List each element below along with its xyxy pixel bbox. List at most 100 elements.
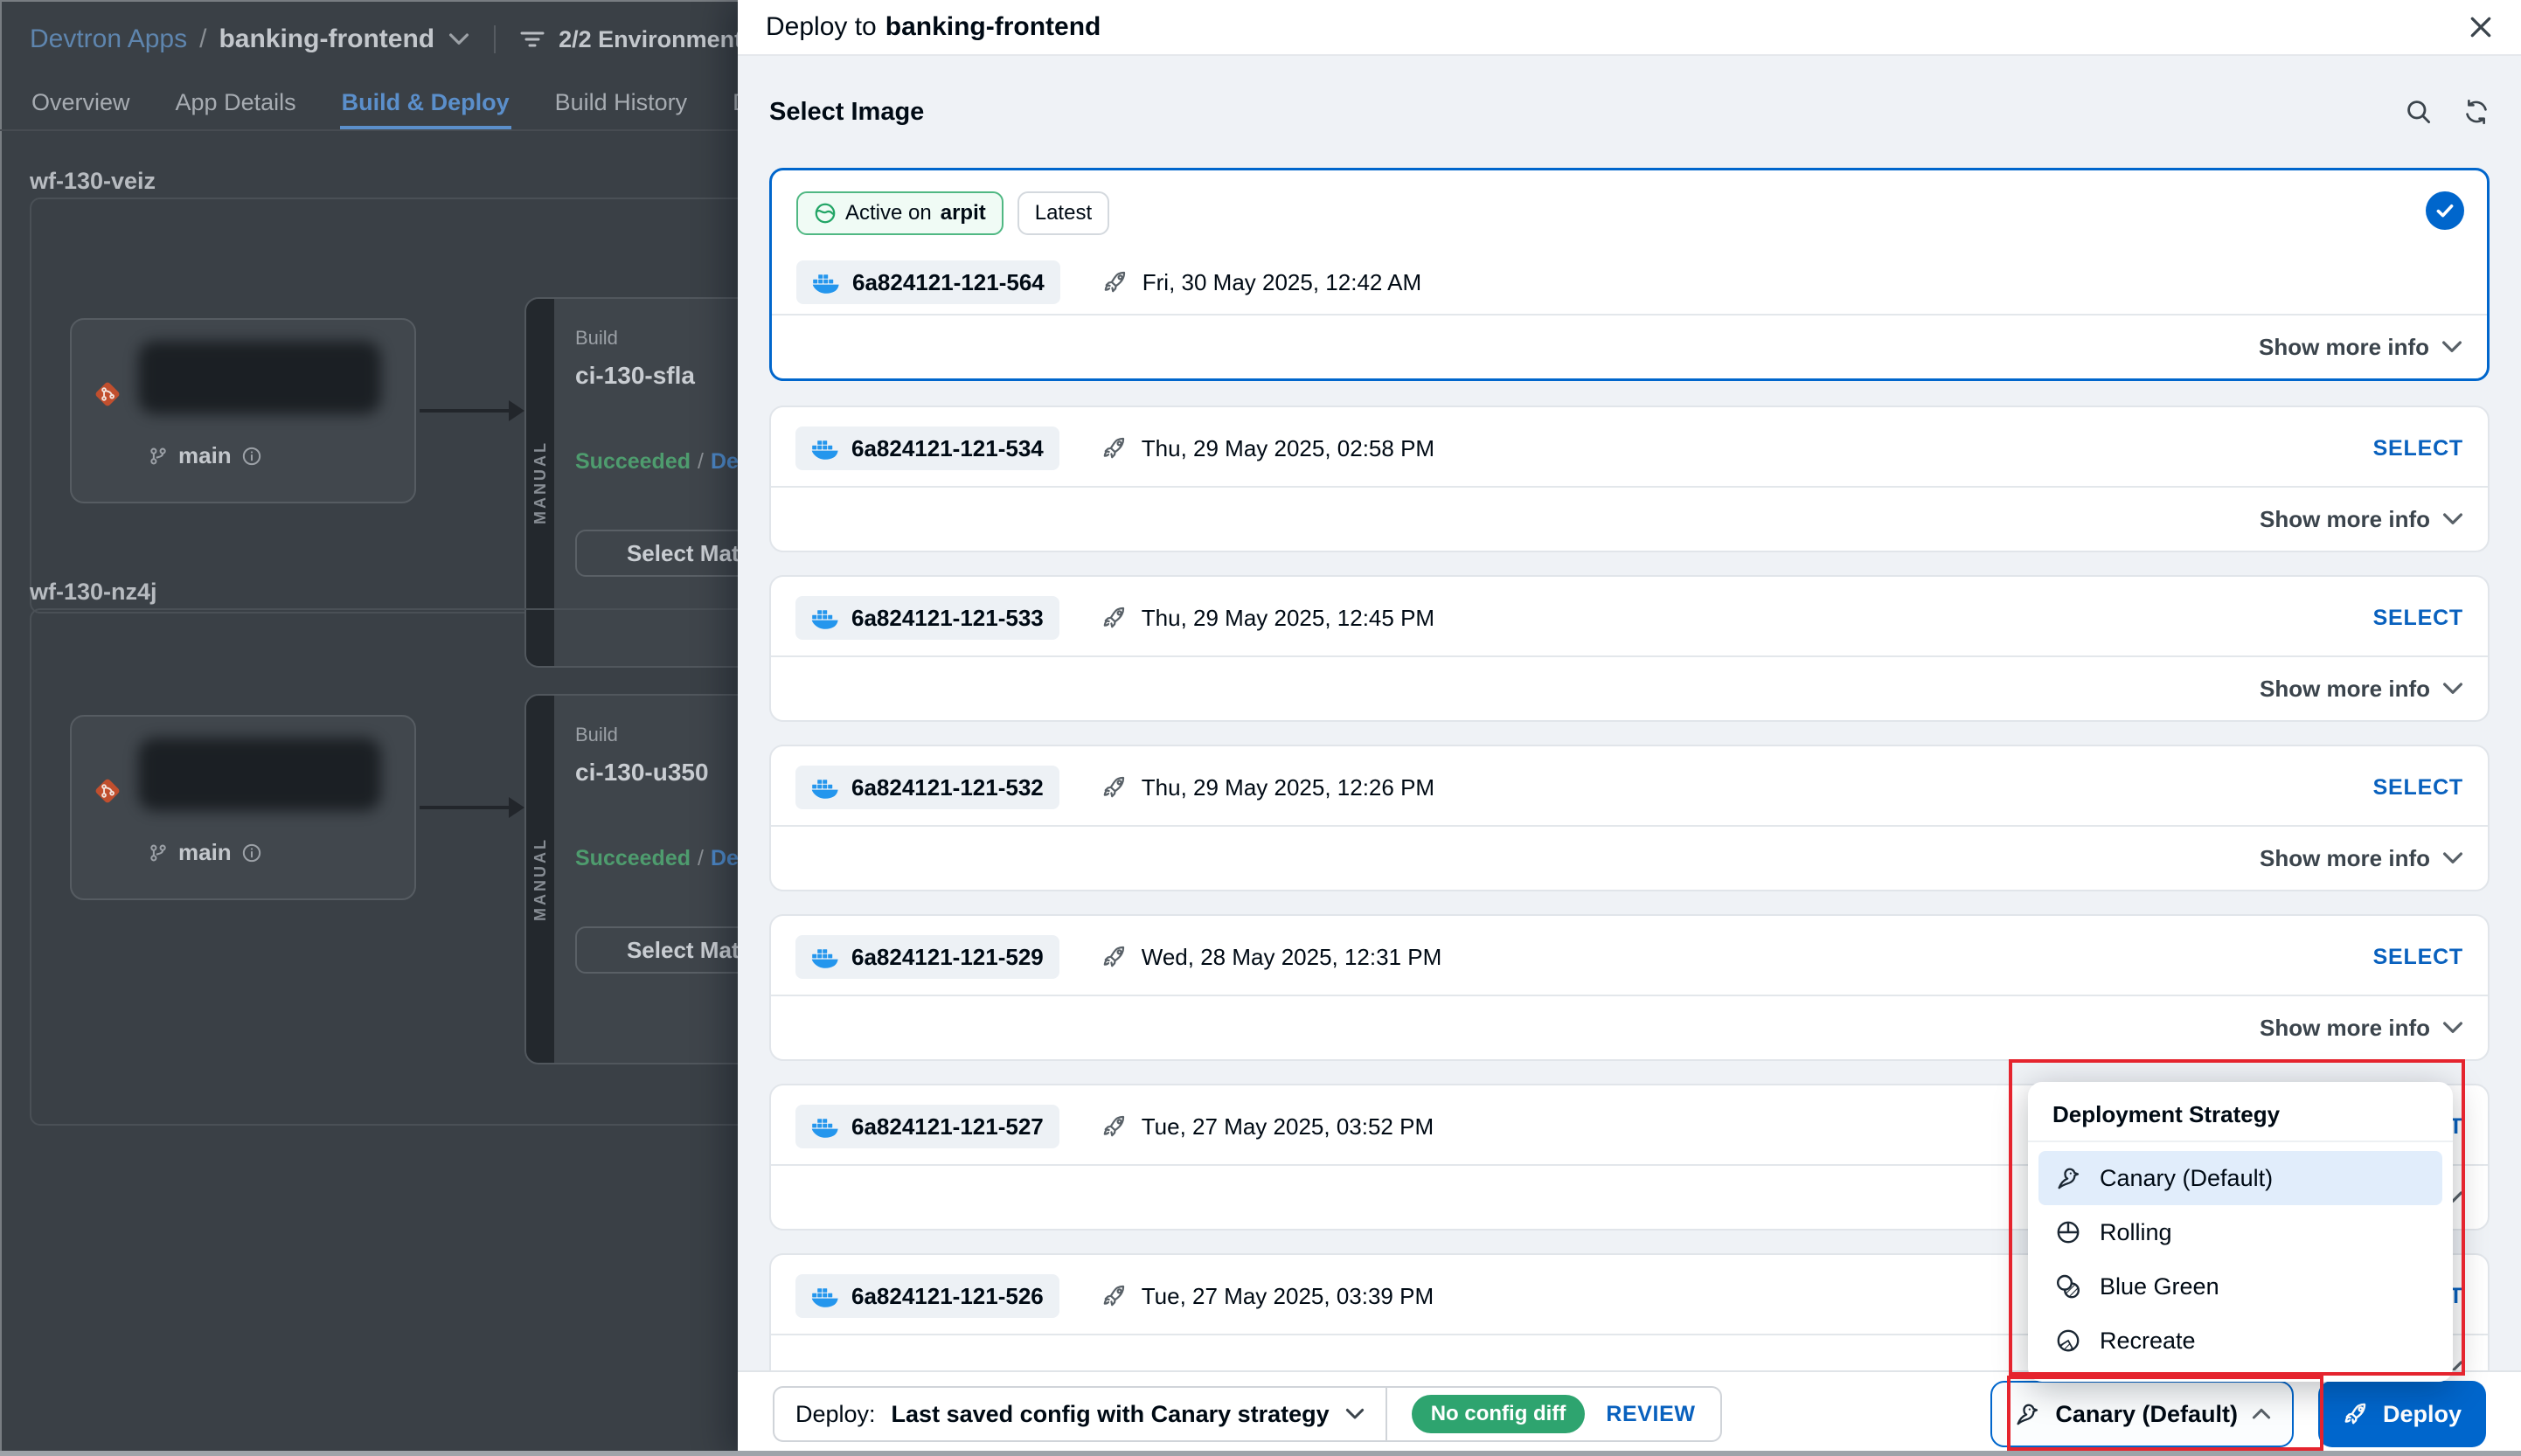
- deployment-strategy-menu: Deployment Strategy Canary (Default) Rol…: [2028, 1082, 2453, 1382]
- docker-icon: [811, 946, 839, 968]
- select-image-link[interactable]: SELECT: [2373, 606, 2463, 631]
- header-divider: [494, 25, 496, 53]
- image-card[interactable]: 6a824121-121-534 Thu, 29 May 2025, 02:58…: [769, 406, 2490, 552]
- redacted-repo-name: [138, 738, 381, 811]
- window-bottom-edge: [0, 1451, 2521, 1456]
- image-row: 6a824121-121-534 Thu, 29 May 2025, 02:58…: [771, 407, 2488, 489]
- selected-check-icon[interactable]: [2426, 191, 2464, 230]
- info-icon: [242, 843, 261, 863]
- tab-build-history[interactable]: Build History: [553, 79, 690, 129]
- pipeline-name: ci-130-sfla: [575, 362, 695, 390]
- section-title: Select Image: [769, 98, 924, 127]
- deploy-date: Fri, 30 May 2025, 12:42 AM: [1102, 269, 1421, 296]
- deploy-date: Tue, 27 May 2025, 03:52 PM: [1101, 1113, 1434, 1141]
- strategy-selector-button[interactable]: Canary (Default): [1990, 1381, 2294, 1447]
- image-card[interactable]: 6a824121-121-533 Thu, 29 May 2025, 12:45…: [769, 575, 2490, 722]
- breadcrumb-app-name: banking-frontend: [219, 24, 434, 54]
- canary-icon: [2013, 1400, 2041, 1428]
- branch-row: main: [149, 442, 261, 469]
- menu-title: Deployment Strategy: [2028, 1092, 2453, 1142]
- docker-icon: [811, 776, 839, 799]
- trigger-mode-strip: MANUAL: [526, 696, 554, 1063]
- docker-icon: [812, 271, 840, 294]
- branch-row: main: [149, 839, 261, 866]
- image-tag-chip: 6a824121-121-527: [795, 1105, 1059, 1148]
- breadcrumb-root-link[interactable]: Devtron Apps: [30, 24, 187, 54]
- close-icon[interactable]: [2469, 15, 2493, 39]
- node-type-label: Build: [575, 724, 618, 746]
- select-image-link[interactable]: SELECT: [2373, 436, 2463, 461]
- show-more-info-toggle[interactable]: Show more info: [771, 995, 2488, 1059]
- menu-item-recreate[interactable]: Recreate: [2038, 1314, 2442, 1368]
- branch-icon: [149, 842, 168, 863]
- tab-build-deploy[interactable]: Build & Deploy: [340, 79, 511, 129]
- rocket-icon: [1102, 269, 1129, 295]
- config-diff-badge: No config diff: [1412, 1395, 1586, 1433]
- chevron-up-icon: [2252, 1408, 2271, 1420]
- branch-icon: [149, 446, 168, 467]
- show-more-info-toggle[interactable]: Show more info: [772, 314, 2487, 378]
- git-icon: [93, 379, 122, 416]
- pipeline-name: ci-130-u350: [575, 759, 709, 787]
- menu-item-canary[interactable]: Canary (Default): [2038, 1151, 2442, 1205]
- rolling-icon: [2054, 1218, 2082, 1246]
- recreate-icon: [2054, 1327, 2082, 1355]
- deploy-date: Thu, 29 May 2025, 12:45 PM: [1101, 605, 1434, 632]
- app-switch-chevron-down-icon[interactable]: [448, 32, 469, 46]
- deploy-button[interactable]: Deploy: [2318, 1381, 2486, 1447]
- image-badges: Active onarpit Latest: [772, 170, 2487, 235]
- chevron-down-icon: [2442, 851, 2463, 865]
- filter-icon: [520, 29, 545, 50]
- image-row: 6a824121-121-564 Fri, 30 May 2025, 12:42…: [772, 260, 2487, 305]
- info-icon: [242, 447, 261, 466]
- git-source-node[interactable]: main: [70, 318, 416, 503]
- select-image-row: Select Image: [769, 56, 2490, 168]
- review-link[interactable]: REVIEW: [1606, 1402, 1695, 1427]
- config-selector: Deploy:Last saved config with Canary str…: [773, 1386, 1722, 1442]
- tab-app-details[interactable]: App Details: [174, 79, 298, 129]
- show-more-info-toggle[interactable]: Show more info: [771, 825, 2488, 890]
- image-row: 6a824121-121-532 Thu, 29 May 2025, 12:26…: [771, 746, 2488, 829]
- deploy-date: Thu, 29 May 2025, 02:58 PM: [1101, 435, 1434, 462]
- tab-overview[interactable]: Overview: [30, 79, 132, 129]
- menu-item-rolling[interactable]: Rolling: [2038, 1205, 2442, 1259]
- image-row: 6a824121-121-529 Wed, 28 May 2025, 12:31…: [771, 916, 2488, 998]
- menu-item-blue-green[interactable]: Blue Green: [2038, 1259, 2442, 1314]
- redacted-repo-name: [138, 341, 381, 414]
- rocket-icon: [1101, 774, 1128, 801]
- config-dropdown[interactable]: Deploy:Last saved config with Canary str…: [774, 1401, 1386, 1428]
- show-more-info-toggle[interactable]: Show more info: [771, 655, 2488, 720]
- chevron-down-icon: [1345, 1408, 1365, 1420]
- chevron-down-icon: [2442, 512, 2463, 526]
- select-image-link[interactable]: SELECT: [2373, 775, 2463, 801]
- deploy-date: Tue, 27 May 2025, 03:39 PM: [1101, 1283, 1434, 1310]
- search-icon[interactable]: [2406, 99, 2432, 125]
- select-image-link[interactable]: SELECT: [2373, 945, 2463, 970]
- rocket-icon: [1101, 1113, 1128, 1140]
- docker-icon: [811, 437, 839, 460]
- image-card[interactable]: 6a824121-121-532 Thu, 29 May 2025, 12:26…: [769, 745, 2490, 891]
- docker-icon: [811, 1285, 839, 1307]
- image-tag-chip: 6a824121-121-533: [795, 596, 1059, 640]
- image-tag-chip: 6a824121-121-532: [795, 766, 1059, 809]
- modal-header: Deploy tobanking-frontend: [738, 0, 2521, 56]
- chevron-down-icon: [2441, 340, 2462, 354]
- deploy-date: Thu, 29 May 2025, 12:26 PM: [1101, 774, 1434, 801]
- show-more-info-toggle[interactable]: Show more info: [771, 486, 2488, 551]
- image-tag-chip: 6a824121-121-564: [796, 260, 1060, 304]
- modal-title: Deploy tobanking-frontend: [766, 12, 1101, 42]
- app-tabs: Overview App Details Build & Deploy Buil…: [0, 79, 822, 131]
- git-source-node[interactable]: main: [70, 715, 416, 900]
- chevron-down-icon: [2442, 1021, 2463, 1035]
- rocket-icon: [2343, 1401, 2369, 1427]
- refresh-icon[interactable]: [2463, 99, 2490, 125]
- image-card[interactable]: Active onarpit Latest 6a824121-121-564 F…: [769, 168, 2490, 381]
- breadcrumb-separator: /: [199, 24, 206, 54]
- rocket-icon: [1101, 1283, 1128, 1309]
- screen: Devtron Apps / banking-frontend 2/2 Envi…: [0, 0, 2521, 1456]
- environment-filter[interactable]: 2/2 Environments: [520, 26, 755, 53]
- blue-green-icon: [2054, 1272, 2082, 1300]
- deploy-footer-bar: Deploy:Last saved config with Canary str…: [738, 1370, 2521, 1456]
- deployed-env-icon: [814, 202, 837, 225]
- image-card[interactable]: 6a824121-121-529 Wed, 28 May 2025, 12:31…: [769, 914, 2490, 1061]
